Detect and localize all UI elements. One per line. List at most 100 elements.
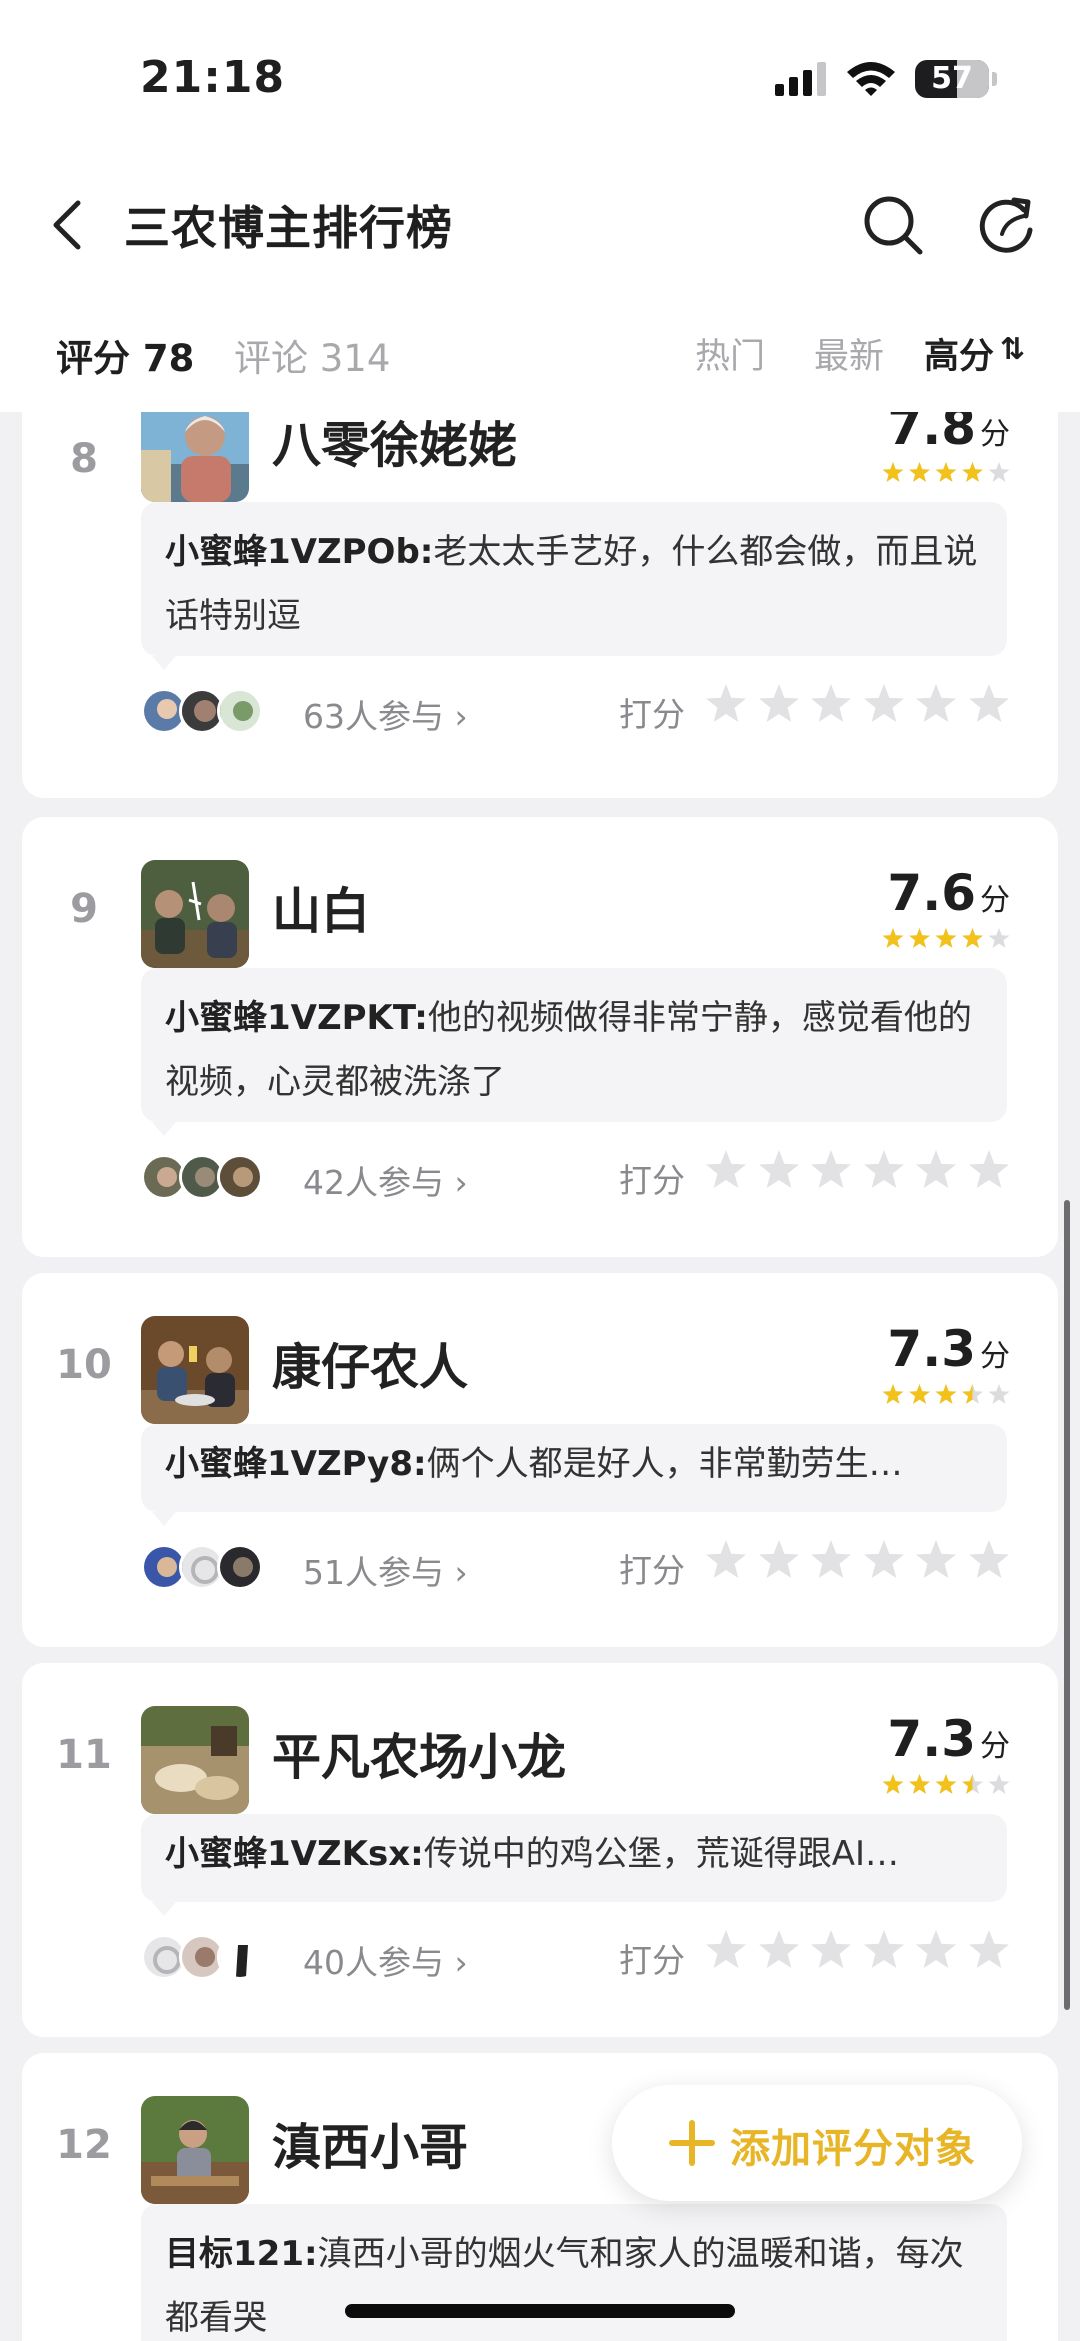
blogger-name[interactable]: 八零徐姥姥 xyxy=(272,412,517,477)
rank-number: 11 xyxy=(56,1732,112,1778)
participants-count[interactable]: 51人参与 › xyxy=(303,1546,468,1594)
rate-stars[interactable] xyxy=(704,1538,1009,1582)
rate-stars[interactable] xyxy=(704,682,1009,726)
rate-star-half-icon[interactable] xyxy=(704,1538,748,1582)
score-value: 7.3 xyxy=(887,1320,976,1378)
plus-icon xyxy=(669,2120,715,2166)
score-star-filled xyxy=(909,462,930,482)
rate-star-icon[interactable] xyxy=(809,1928,853,1972)
participants-row[interactable]: 51人参与 › xyxy=(141,1544,541,1596)
rate-label: 打分 xyxy=(619,1161,685,1200)
rank-number: 9 xyxy=(70,886,98,932)
blogger-name[interactable]: 山白 xyxy=(272,872,370,943)
score-unit: 分 xyxy=(980,1339,1010,1374)
list-item[interactable]: 11 平凡农场小龙 7.3 分 小蜜蜂1VZKsx:传说中的鸡公堡，荒诞得跟AI…… xyxy=(22,1663,1058,2037)
rate-star-icon[interactable] xyxy=(862,682,906,726)
participants-row[interactable]: 40人参与 › xyxy=(141,1934,541,1986)
rate-star-icon[interactable] xyxy=(914,682,958,726)
sort-hot[interactable]: 热门 xyxy=(695,328,765,379)
outdoor-group-avatar[interactable] xyxy=(141,860,249,968)
score-star-filled xyxy=(909,1384,930,1404)
nav-bar: 三农博主排行榜 xyxy=(0,160,1080,290)
participants-label: 51人参与 xyxy=(303,1553,444,1592)
score-stars xyxy=(882,1774,1010,1794)
top-comment[interactable]: 小蜜蜂1VZPOb:老太太手艺好，什么都会做，而且说话特别逗 xyxy=(141,502,1007,656)
score-star-filled xyxy=(962,928,983,948)
home-indicator[interactable] xyxy=(345,2304,735,2318)
participants-row[interactable]: 63人参与 › xyxy=(141,688,541,740)
blogger-name[interactable]: 康仔农人 xyxy=(272,1328,468,1399)
rate-label: 打分 xyxy=(619,1941,685,1980)
rate-star-icon[interactable] xyxy=(862,1928,906,1972)
rate-star-half-icon[interactable] xyxy=(704,1928,748,1972)
rate-label: 打分 xyxy=(619,1551,685,1590)
top-comment[interactable]: 小蜜蜂1VZPy8:俩个人都是好人，非常勤劳生… xyxy=(141,1424,1007,1512)
rate-stars[interactable] xyxy=(704,1148,1009,1192)
tab-comments[interactable]: 评论 314 xyxy=(234,328,390,382)
back-arrow-icon[interactable] xyxy=(44,195,94,255)
average-score: 7.6 分 xyxy=(887,864,1010,922)
list-item[interactable]: 10 康仔农人 7.3 分 小蜜蜂1VZPy8:俩个人都是好人，非常勤劳生… 5… xyxy=(22,1273,1058,1647)
list-item[interactable]: 8 八零徐姥姥 7.8 分 小蜜蜂1VZPOb:老太太手艺好，什么都会做，而且说话… xyxy=(22,412,1058,798)
cooking-woman-avatar[interactable] xyxy=(141,2096,249,2204)
share-icon[interactable] xyxy=(972,190,1042,260)
rate-star-icon[interactable] xyxy=(809,1538,853,1582)
rate-star-icon[interactable] xyxy=(967,1538,1011,1582)
add-rating-target-button[interactable]: 添加评分对象 xyxy=(612,2085,1022,2201)
rate-star-icon[interactable] xyxy=(914,1538,958,1582)
participants-count[interactable]: 42人参与 › xyxy=(303,1156,468,1204)
rate-star-icon[interactable] xyxy=(967,1148,1011,1192)
score-star-filled xyxy=(882,1384,904,1404)
scrollbar[interactable] xyxy=(1064,1200,1070,2010)
blogger-name[interactable]: 滇西小哥 xyxy=(272,2108,468,2179)
average-score: 7.3 分 xyxy=(887,1320,1010,1378)
comment-text: 传说中的鸡公堡，荒诞得跟AI… xyxy=(423,1834,900,1874)
rate-star-icon[interactable] xyxy=(862,1148,906,1192)
score-unit: 分 xyxy=(980,1729,1010,1764)
sort-high[interactable]: 高分 xyxy=(924,328,994,379)
rate-star-icon[interactable] xyxy=(757,682,801,726)
rate-label: 打分 xyxy=(619,695,685,734)
top-comment[interactable]: 小蜜蜂1VZPKT:他的视频做得非常宁静，感觉看他的视频，心灵都被洗涤了 xyxy=(141,968,1007,1122)
rate-star-icon[interactable] xyxy=(809,1148,853,1192)
rate-star-icon[interactable] xyxy=(757,1148,801,1192)
rate-star-icon[interactable] xyxy=(914,1148,958,1192)
rate-stars[interactable] xyxy=(704,1928,1009,1972)
rank-number: 8 xyxy=(70,436,98,482)
rate-star-half-icon[interactable] xyxy=(704,1148,748,1192)
score-unit: 分 xyxy=(980,883,1010,918)
top-comment[interactable]: 目标121:滇西小哥的烟火气和家人的温暖和谐，每次都看哭 xyxy=(141,2204,1007,2341)
comment-author: 目标121: xyxy=(165,2234,318,2274)
score-star-filled xyxy=(909,928,930,948)
list-item[interactable]: 9 山白 7.6 分 小蜜蜂1VZPKT:他的视频做得非常宁静，感觉看他的视频，心… xyxy=(22,817,1058,1257)
rate-star-icon[interactable] xyxy=(967,682,1011,726)
comment-tail xyxy=(152,1902,176,1916)
rate-star-icon[interactable] xyxy=(914,1928,958,1972)
sort-order-icon[interactable]: ⇅ xyxy=(1000,332,1025,367)
score-star-empty xyxy=(988,1384,1010,1404)
top-comment[interactable]: 小蜜蜂1VZKsx:传说中的鸡公堡，荒诞得跟AI… xyxy=(141,1814,1007,1902)
blogger-name[interactable]: 平凡农场小龙 xyxy=(272,1718,566,1789)
tab-score[interactable]: 评分 78 xyxy=(56,328,194,382)
rate-star-half-icon[interactable] xyxy=(704,682,748,726)
average-score: 7.8 分 xyxy=(887,412,1010,456)
search-icon[interactable] xyxy=(858,190,928,260)
sort-new[interactable]: 最新 xyxy=(814,328,884,379)
rate-star-icon[interactable] xyxy=(757,1928,801,1972)
status-bar: 21:18 57 xyxy=(0,0,1080,160)
elderly-woman-avatar[interactable] xyxy=(141,412,249,502)
dinner-toast-avatar[interactable] xyxy=(141,1316,249,1424)
comment-author: 小蜜蜂1VZKsx: xyxy=(165,1834,424,1874)
score-star-empty xyxy=(988,1774,1010,1794)
participants-row[interactable]: 42人参与 › xyxy=(141,1154,541,1206)
rate-star-icon[interactable] xyxy=(862,1538,906,1582)
score-value: 7.8 xyxy=(887,412,976,456)
score-star-filled xyxy=(882,1774,904,1794)
participants-count[interactable]: 40人参与 › xyxy=(303,1936,468,1984)
participants-count[interactable]: 63人参与 › xyxy=(303,690,468,738)
rate-star-icon[interactable] xyxy=(757,1538,801,1582)
tabs-bar: 评分 78 评论 314 热门 最新 高分 ⇅ xyxy=(0,290,1080,412)
farm-food-avatar[interactable] xyxy=(141,1706,249,1814)
rate-star-icon[interactable] xyxy=(967,1928,1011,1972)
rate-star-icon[interactable] xyxy=(809,682,853,726)
